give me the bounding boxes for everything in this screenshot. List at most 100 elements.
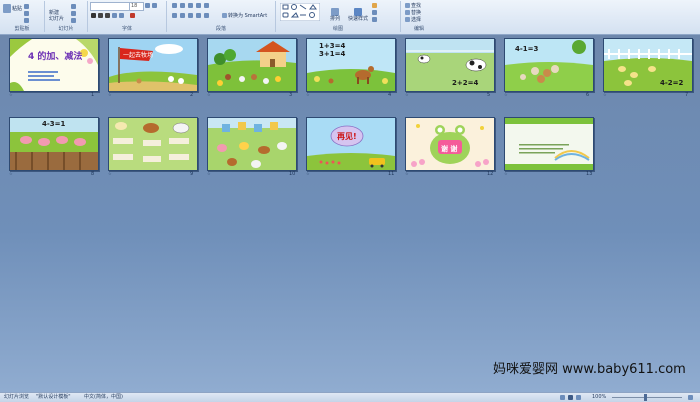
line-spacing-icon[interactable] xyxy=(204,3,209,8)
slideshow-icon[interactable] xyxy=(576,395,581,400)
slide-9-transition-icon: ☆ xyxy=(108,171,112,176)
normal-view-icon[interactable] xyxy=(560,395,565,400)
slide-thumbnail-3[interactable] xyxy=(207,38,297,92)
bold-icon[interactable] xyxy=(91,13,96,18)
slide-13-number: 13 xyxy=(586,171,593,177)
slide-thumbnail-11[interactable]: 再见! xyxy=(306,117,396,171)
slide-9-number: 9 xyxy=(190,171,194,177)
reset-icon[interactable] xyxy=(71,11,76,16)
status-theme: "默认设计模板" xyxy=(36,394,71,400)
justify-icon[interactable] xyxy=(196,13,201,18)
shape-outline-icon[interactable] xyxy=(372,10,377,15)
slide-10-art xyxy=(208,118,296,170)
slide-thumbnail-9[interactable] xyxy=(108,117,198,171)
arrange-label: 排列 xyxy=(330,16,341,22)
fit-window-icon[interactable] xyxy=(688,395,693,400)
font-size-box[interactable]: 18 xyxy=(129,2,144,11)
select-button[interactable]: 选择 xyxy=(405,17,421,23)
slide-4-number: 4 xyxy=(388,92,392,98)
shrink-font-icon[interactable] xyxy=(152,3,157,8)
quick-styles-button[interactable]: 快速样式 xyxy=(348,8,368,22)
slide-thumbnail-12[interactable]: 谢 谢 xyxy=(405,117,495,171)
zoom-level[interactable]: 100% xyxy=(592,394,606,401)
zoom-slider[interactable] xyxy=(612,397,682,398)
slide-4-equation-1: 1+3=4 xyxy=(319,42,346,50)
slide-11-title: 再见! xyxy=(337,132,357,141)
slide-4-equation-2: 3+1=4 xyxy=(319,50,346,58)
slide-sorter: 4 的加、减法 ☆ 1 一起去牧场 ☆ 2 ☆ 3 1+3=4 3+1=4 ☆ … xyxy=(0,35,700,392)
new-slide-label-2: 幻灯片 xyxy=(49,16,65,22)
slide-3-art xyxy=(208,39,296,91)
clipboard-group: 粘贴 剪贴板 xyxy=(0,1,45,32)
font-color-icon[interactable] xyxy=(130,13,135,18)
slide-4-equations: 1+3=4 3+1=4 xyxy=(319,42,345,58)
slide-5-number: 5 xyxy=(487,92,491,98)
slide-10-number: 10 xyxy=(289,171,296,177)
shapes-gallery[interactable] xyxy=(280,3,320,21)
slide-thumbnail-7[interactable]: 4-2=2 xyxy=(603,38,693,92)
font-group-label: 字体 xyxy=(121,26,132,32)
status-view: 幻灯片浏览 xyxy=(4,394,30,400)
slide-6-number: 6 xyxy=(586,92,590,98)
bullets-icon[interactable] xyxy=(172,3,177,8)
replace-button[interactable]: 替换 xyxy=(405,10,421,16)
increase-indent-icon[interactable] xyxy=(196,3,201,8)
slide-1-title: 4 的加、减法 xyxy=(28,52,83,62)
slide-thumbnail-13[interactable] xyxy=(504,117,594,171)
slides-group-label: 幻灯片 xyxy=(58,26,74,32)
smartart-label: 转换为 SmartArt xyxy=(228,13,268,19)
strikethrough-icon[interactable] xyxy=(112,13,117,18)
shadow-icon[interactable] xyxy=(119,13,124,18)
underline-icon[interactable] xyxy=(105,13,110,18)
slide-thumbnail-1[interactable]: 4 的加、减法 xyxy=(9,38,99,92)
slide-thumbnail-6[interactable]: 4-1=3 xyxy=(504,38,594,92)
slide-thumbnail-4[interactable]: 1+3=4 3+1=4 xyxy=(306,38,396,92)
slide-6-equation: 4-1=3 xyxy=(515,45,539,53)
decrease-indent-icon[interactable] xyxy=(188,3,193,8)
delete-slide-icon[interactable] xyxy=(71,18,76,23)
numbering-icon[interactable] xyxy=(180,3,185,8)
find-button[interactable]: 查找 xyxy=(405,3,421,9)
zoom-slider-thumb[interactable] xyxy=(644,394,647,401)
slide-thumbnail-2[interactable]: 一起去牧场 xyxy=(108,38,198,92)
slide-13-art xyxy=(505,118,593,170)
slide-3-number: 3 xyxy=(289,92,293,98)
find-icon xyxy=(405,3,410,8)
align-left-icon[interactable] xyxy=(172,13,177,18)
slide-11-number: 11 xyxy=(388,171,395,177)
slide-11-art xyxy=(307,118,395,170)
grow-font-icon[interactable] xyxy=(145,3,150,8)
paste-button[interactable]: 粘贴 xyxy=(3,4,22,13)
shape-effects-icon[interactable] xyxy=(372,17,377,22)
slide-3-transition-icon: ☆ xyxy=(207,92,211,97)
format-painter-icon[interactable] xyxy=(24,18,29,23)
slide-6-transition-icon: ☆ xyxy=(504,92,508,97)
font-name-box[interactable] xyxy=(90,2,130,11)
layout-icon[interactable] xyxy=(71,4,76,9)
slide-2-title: 一起去牧场 xyxy=(123,52,154,59)
slide-12-transition-icon: ☆ xyxy=(405,171,409,176)
slide-4-transition-icon: ☆ xyxy=(306,92,310,97)
cut-icon[interactable] xyxy=(24,4,29,9)
arrange-icon xyxy=(330,8,339,16)
smartart-icon xyxy=(222,13,227,18)
editing-group: 查找 替换 选择 编辑 xyxy=(401,1,437,32)
slide-12-number: 12 xyxy=(487,171,494,177)
slide-7-transition-icon: ☆ xyxy=(603,92,607,97)
columns-icon[interactable] xyxy=(204,13,209,18)
italic-icon[interactable] xyxy=(98,13,103,18)
slide-9-art xyxy=(109,118,197,170)
slide-thumbnail-10[interactable] xyxy=(207,117,297,171)
shape-fill-icon[interactable] xyxy=(372,3,377,8)
new-slide-button[interactable]: 新建 幻灯片 xyxy=(49,10,64,22)
slide-7-number: 7 xyxy=(685,92,689,98)
slide-thumbnail-5[interactable]: 2+2=4 xyxy=(405,38,495,92)
slide-thumbnail-8[interactable]: 4-3=1 xyxy=(9,117,99,171)
align-right-icon[interactable] xyxy=(188,13,193,18)
smartart-button[interactable]: 转换为 SmartArt xyxy=(222,13,267,19)
align-center-icon[interactable] xyxy=(180,13,185,18)
copy-icon[interactable] xyxy=(24,11,29,16)
slide-sorter-icon[interactable] xyxy=(568,395,573,400)
arrange-button[interactable]: 排列 xyxy=(330,8,340,22)
quick-styles-icon xyxy=(353,8,362,16)
